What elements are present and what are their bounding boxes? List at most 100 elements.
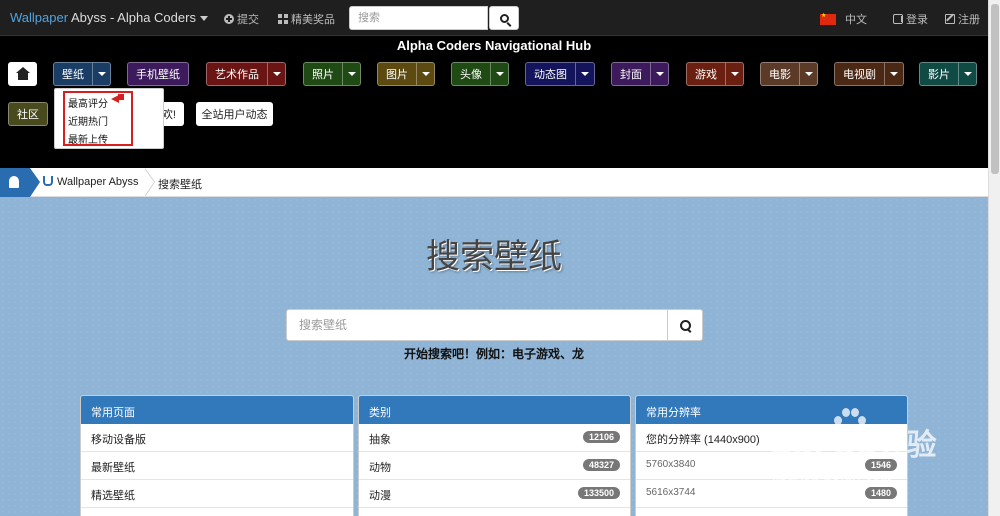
submit-link[interactable]: 提交 [224, 11, 259, 27]
breadcrumb-home[interactable] [0, 168, 40, 197]
resolution-label: 5616x3744 [646, 487, 696, 498]
nav-label: 艺术作品 [215, 69, 259, 81]
menu-item-top-rated[interactable]: 最高评分 [68, 95, 108, 110]
register-label: 注册 [958, 14, 980, 26]
list-item[interactable]: 动漫 133500 [359, 480, 630, 508]
nav-label: 电影 [769, 69, 791, 81]
nav-dropdown-toggle[interactable] [342, 63, 360, 85]
nav-dropdown-toggle[interactable] [267, 63, 285, 85]
nav-gifs[interactable]: 动态图 [525, 62, 595, 86]
brand-name: Abyss - Alpha Coders [68, 10, 196, 25]
nav-tv-shows[interactable]: 电视剧 [834, 62, 904, 86]
list-item[interactable]: 抽象 12106 [359, 424, 630, 452]
home-button[interactable] [8, 62, 37, 86]
wallpaper-abyss-logo-icon [43, 176, 53, 186]
nav-label: 动态图 [534, 69, 567, 81]
wallpaper-search-button[interactable] [667, 309, 703, 341]
nav-dropdown-toggle[interactable] [650, 63, 668, 85]
nav-covers[interactable]: 封面 [611, 62, 669, 86]
category-label: 动物 [369, 462, 391, 474]
nav-dropdown-toggle[interactable] [490, 63, 508, 85]
nav-art[interactable]: 艺术作品 [206, 62, 286, 86]
brand-highlight: Wallpaper [10, 10, 69, 25]
nav-dropdown-toggle[interactable] [416, 63, 434, 85]
nav-label: 社区 [17, 109, 39, 121]
language-selector[interactable]: 中文 [820, 11, 867, 27]
nav-dropdown-toggle[interactable] [575, 63, 594, 85]
nav-label: 游戏 [695, 69, 717, 81]
top-search-button[interactable] [489, 6, 519, 30]
breadcrumb: Wallpaper Abyss 搜索壁纸 [0, 168, 988, 197]
nav-wallpapers[interactable]: 壁纸 [53, 62, 111, 86]
nav-label: 手机壁纸 [136, 69, 180, 81]
panel-common-pages: 常用页面 移动设备版 最新壁纸 精选壁纸 [80, 395, 354, 516]
count-badge: 12106 [582, 431, 620, 443]
caret-down-icon [199, 16, 208, 22]
partial-button-label: 欢! [161, 109, 176, 121]
breadcrumb-site[interactable]: Wallpaper Abyss [43, 176, 139, 188]
menu-item-newest[interactable]: 最新上传 [68, 131, 108, 146]
nav-movies[interactable]: 电影 [760, 62, 818, 86]
nav-games[interactable]: 游戏 [686, 62, 744, 86]
nav-dropdown-toggle[interactable] [799, 63, 817, 85]
resolution-label: 您的分辨率 (1440x900) [646, 434, 760, 446]
breadcrumb-current: 搜索壁纸 [158, 179, 202, 191]
search-icon [499, 13, 509, 23]
list-item[interactable]: 动物 48327 [359, 452, 630, 480]
page-title: 搜索壁纸 [426, 237, 562, 277]
menu-item-trending[interactable]: 近期热门 [68, 113, 108, 128]
site-activity-label: 全站用户动态 [201, 109, 268, 121]
person-icon [9, 176, 19, 188]
nav-label: 图片 [386, 69, 408, 81]
login-label: 登录 [906, 14, 928, 26]
list-item[interactable]: 移动设备版 [81, 424, 353, 452]
login-icon [893, 14, 903, 24]
login-link[interactable]: 登录 [893, 11, 928, 27]
list-item[interactable]: 精选壁纸 [81, 480, 353, 508]
nav-label: 电视剧 [843, 69, 876, 81]
register-link[interactable]: 注册 [945, 11, 980, 27]
prizes-link[interactable]: 精美奖品 [278, 11, 335, 27]
language-label: 中文 [845, 14, 867, 26]
scrollbar-thumb[interactable] [991, 4, 999, 174]
prizes-label: 精美奖品 [291, 14, 335, 26]
nav-dropdown-toggle[interactable] [958, 63, 976, 85]
plus-circle-icon [224, 14, 234, 24]
count-badge: 133500 [577, 487, 620, 499]
page-scrollbar[interactable] [988, 0, 1000, 516]
search-hint: 开始搜索吧！例如：电子游戏、龙 [403, 347, 584, 361]
nav-images[interactable]: 图片 [377, 62, 435, 86]
site-activity-button[interactable]: 全站用户动态 [196, 102, 273, 126]
list-item[interactable]: 最新壁纸 [81, 452, 353, 480]
nav-avatars[interactable]: 头像 [451, 62, 509, 86]
nav-community[interactable]: 社区 [8, 102, 48, 126]
wallpapers-dropdown-menu: 最高评分 近期热门 最新上传 [54, 88, 164, 149]
breadcrumb-separator [144, 168, 157, 197]
category-label: 动漫 [369, 490, 391, 502]
nav-label: 封面 [620, 69, 642, 81]
wallpaper-search-input[interactable] [286, 309, 668, 341]
nav-dropdown-toggle[interactable] [92, 63, 110, 85]
brand-menu[interactable]: Wallpaper Abyss - Alpha Coders [10, 10, 208, 25]
top-search-input[interactable] [349, 6, 488, 30]
nav-dropdown-toggle[interactable] [725, 63, 743, 85]
watermark-url: jingyan.baidu.com [772, 474, 893, 491]
nav-photos[interactable]: 照片 [303, 62, 361, 86]
nav-label: 壁纸 [62, 69, 84, 81]
main-content: 搜索壁纸 开始搜索吧！例如：电子游戏、龙 常用页面 移动设备版 最新壁纸 精选壁… [0, 197, 988, 516]
resolution-label: 5760x3840 [646, 459, 696, 470]
pointer-arrow-icon [111, 93, 125, 103]
top-navbar: Wallpaper Abyss - Alpha Coders 提交 精美奖品 中… [0, 0, 988, 36]
breadcrumb-site-label: Wallpaper Abyss [57, 176, 139, 188]
home-icon [15, 66, 30, 80]
nav-mobile-wallpapers[interactable]: 手机壁纸 [127, 62, 189, 86]
search-icon [679, 319, 691, 331]
nav-dropdown-toggle[interactable] [884, 63, 903, 85]
watermark-logo: Bai du经验 [770, 428, 937, 463]
grid-icon [278, 14, 288, 24]
nav-label: 照片 [312, 69, 334, 81]
edit-icon [945, 14, 955, 24]
nav-label: 头像 [460, 69, 482, 81]
nav-videos[interactable]: 影片 [919, 62, 977, 86]
panel-title: 常用页面 [81, 396, 353, 424]
